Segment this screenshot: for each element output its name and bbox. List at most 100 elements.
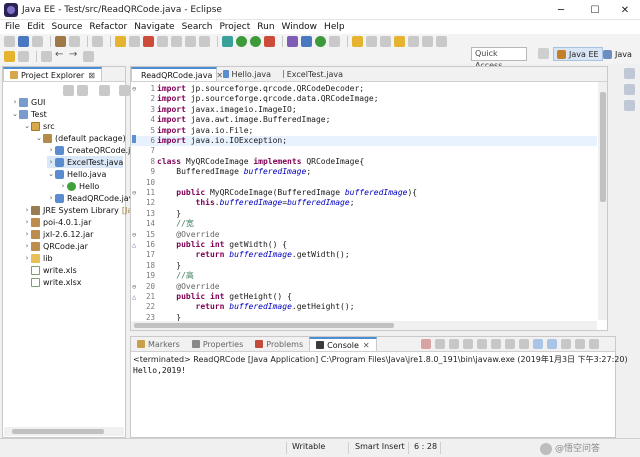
scrollbar-thumb[interactable] [600, 92, 606, 202]
code-line[interactable]: 18 } [131, 261, 597, 271]
fold-toggle-icon[interactable]: ⊖ [132, 282, 136, 292]
next-annotation-icon[interactable] [4, 51, 15, 62]
word-wrap-icon[interactable] [491, 339, 501, 349]
tree-item[interactable]: ⌄ Hello.java [47, 168, 106, 180]
tree-item[interactable]: ⌄ Test [11, 108, 47, 120]
open-console-icon[interactable] [561, 339, 571, 349]
code-line[interactable]: 12 this.bufferedImage=bufferedImage; [131, 198, 597, 208]
code-area[interactable]: ⊖ 1 import jp.sourceforge.qrcode.QRCodeDec… [131, 82, 597, 322]
show-on-output-icon[interactable] [505, 339, 515, 349]
external-tools-icon[interactable] [222, 36, 233, 47]
maximize-button[interactable]: ☐ [580, 0, 610, 20]
tree-item[interactable]: › jxl-2.6.12.jar [23, 228, 93, 240]
tab-problems[interactable]: Problems [249, 337, 309, 351]
show-whitespace-icon[interactable] [436, 36, 447, 47]
collapse-all-icon[interactable] [63, 85, 74, 96]
menu-navigate[interactable]: Navigate [132, 22, 179, 32]
clear-console-icon[interactable] [463, 339, 473, 349]
tree-twisty-icon[interactable]: ⌄ [11, 110, 19, 118]
tree-item[interactable]: write.xlsx [23, 276, 82, 288]
save-icon[interactable] [18, 36, 29, 47]
properties-icon[interactable] [69, 36, 80, 47]
step-return-icon[interactable] [199, 36, 210, 47]
toggle-mark-icon[interactable] [408, 36, 419, 47]
step-into-icon[interactable] [171, 36, 182, 47]
menu-help[interactable]: Help [322, 22, 350, 32]
tree-twisty-icon[interactable]: › [23, 206, 31, 214]
menu-file[interactable]: File [3, 22, 25, 32]
pin-editor-icon[interactable] [83, 51, 94, 62]
disconnect-icon[interactable] [157, 36, 168, 47]
suspend-icon[interactable] [129, 36, 140, 47]
remove-launch-icon[interactable] [435, 339, 445, 349]
tree-twisty-icon[interactable]: › [23, 242, 31, 250]
menu-run[interactable]: Run [255, 22, 279, 32]
previous-annotation-icon[interactable] [18, 51, 29, 62]
step-over-icon[interactable] [185, 36, 196, 47]
scrollbar-thumb[interactable] [12, 429, 104, 434]
tree-twisty-icon[interactable]: ⌄ [47, 170, 55, 178]
tree-twisty-icon[interactable]: › [23, 230, 31, 238]
tree-item[interactable]: ›JRE System Library[Jav [23, 204, 137, 216]
tree-item[interactable]: ⌄ src [23, 120, 55, 132]
menu-project[interactable]: Project [217, 22, 255, 32]
tree-item[interactable]: › QRCode.jar [23, 240, 88, 252]
code-line[interactable]: 17 return bufferedImage.getWidth(); [131, 250, 597, 260]
minimize-view-icon[interactable] [575, 339, 585, 349]
last-edit-icon[interactable] [41, 51, 52, 62]
menu-edit[interactable]: Edit [25, 22, 49, 32]
code-line[interactable]: 7 [131, 146, 597, 156]
new-icon[interactable] [4, 36, 15, 47]
task-list-icon[interactable] [624, 100, 635, 111]
open-task-icon[interactable] [366, 36, 377, 47]
display-console-icon[interactable] [547, 339, 557, 349]
tree-twisty-icon[interactable]: › [47, 158, 55, 166]
tree-twisty-icon[interactable]: ⌄ [23, 122, 31, 130]
code-line[interactable]: 14 //宽 [131, 219, 597, 229]
new-java-project-icon[interactable] [287, 36, 298, 47]
tree-twisty-icon[interactable]: › [23, 254, 31, 262]
scroll-lock-icon[interactable] [477, 339, 487, 349]
code-line[interactable]: ⊖ 20 @Override [131, 282, 597, 292]
tree-item[interactable]: › CreateQRCode.ja [47, 144, 135, 156]
pin-console-icon[interactable] [533, 339, 543, 349]
code-line[interactable]: 8 class MyQRCodeImage implements QRCodeIm… [131, 157, 597, 167]
run-icon[interactable] [250, 36, 261, 47]
editor-horizontal-scrollbar[interactable] [131, 321, 597, 330]
forward-icon[interactable] [69, 49, 80, 62]
minimize-view-icon[interactable] [119, 85, 130, 96]
restore-icon[interactable] [624, 68, 635, 79]
minimize-button[interactable]: ─ [546, 0, 576, 20]
view-menu-icon[interactable] [99, 85, 110, 96]
terminate-icon[interactable] [143, 36, 154, 47]
show-on-error-icon[interactable] [519, 339, 529, 349]
maximize-view-icon[interactable] [589, 339, 599, 349]
explorer-horizontal-scrollbar[interactable] [4, 427, 124, 436]
debug-icon[interactable] [236, 36, 247, 47]
code-line[interactable]: 6 import java.io.IOException; [131, 136, 597, 147]
tab-project-explorer[interactable]: Project Explorer ⊠ [3, 67, 102, 81]
tab-properties[interactable]: Properties [186, 337, 249, 351]
back-icon[interactable] [55, 49, 66, 62]
open-perspective-icon[interactable] [538, 48, 549, 59]
tree-twisty-icon[interactable]: › [47, 194, 55, 202]
coverage-icon[interactable] [264, 36, 275, 47]
fold-toggle-icon[interactable]: ⊖ [132, 230, 136, 240]
new-web-icon[interactable] [329, 36, 340, 47]
tree-twisty-icon[interactable]: › [23, 218, 31, 226]
tab-console[interactable]: Console ✕ [309, 337, 377, 351]
block-selection-icon[interactable] [422, 36, 433, 47]
tree-item[interactable]: › ExcelTest.java [47, 156, 124, 168]
menu-refactor[interactable]: Refactor [87, 22, 132, 32]
skip-breakpoints-icon[interactable] [92, 36, 103, 47]
server-icon[interactable] [55, 36, 66, 47]
fold-toggle-icon[interactable]: ⊖ [132, 188, 136, 198]
tree-item[interactable]: › lib [23, 252, 53, 264]
tree-twisty-icon[interactable]: › [59, 182, 67, 190]
code-line[interactable]: ⊖ 1 import jp.sourceforge.qrcode.QRCodeDec… [131, 84, 597, 94]
annotation-icon[interactable] [394, 36, 405, 47]
code-line[interactable]: 19 //高 [131, 271, 597, 281]
close-button[interactable]: ✕ [610, 0, 640, 20]
new-package-icon[interactable] [301, 36, 312, 47]
code-line[interactable]: △ 21 public int getHeight() { [131, 292, 597, 302]
